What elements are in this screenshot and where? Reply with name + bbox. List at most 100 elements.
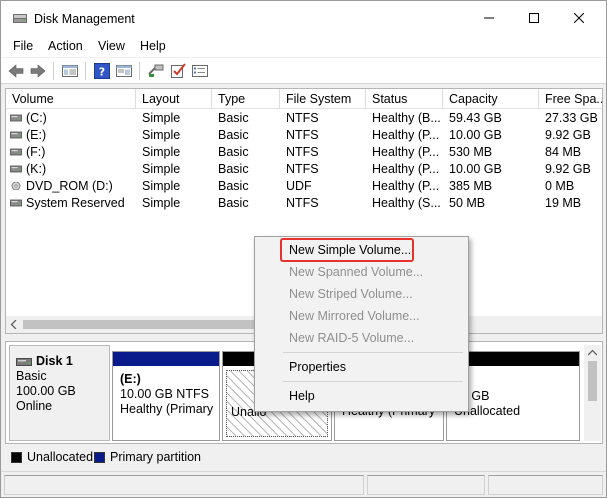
cell-capacity: 50 MB [449, 196, 486, 210]
partition-e-body: (E:) 10.00 GB NTFS Healthy (Primary P [116, 370, 216, 437]
disk-size: 100.00 GB [16, 384, 76, 398]
cell-status: Healthy (P... [372, 128, 440, 142]
cell-free: 27.33 GB [545, 111, 598, 125]
maximize-button[interactable] [511, 1, 557, 35]
cell-volume: (C:) [26, 111, 47, 125]
window-title: Disk Management [34, 12, 135, 26]
svg-text:?: ? [99, 66, 105, 79]
horizontal-scroll-thumb[interactable] [23, 320, 273, 329]
disk-icon [16, 358, 32, 366]
menu-item-new-spanned-volume[interactable]: New Spanned Volume... [257, 261, 466, 283]
column-header-free-space[interactable]: Free Spa... [539, 89, 602, 109]
table-row[interactable]: (F:) Simple Basic NTFS Healthy (P... 530 MB 84… [6, 144, 602, 161]
menu-item-properties[interactable]: Properties [257, 356, 466, 378]
close-button[interactable] [556, 1, 602, 35]
status-cell-main [4, 475, 364, 495]
menu-help[interactable]: Help [140, 39, 166, 53]
cell-free: 9.92 GB [545, 128, 591, 142]
cell-free: 9.92 GB [545, 162, 591, 176]
disk-1-label[interactable]: Disk 1 Basic 100.00 GB Online [9, 345, 110, 441]
toolbar-separator [139, 62, 140, 80]
cell-status: Healthy (P... [372, 179, 440, 193]
partition-e-detail: 10.00 GB NTFS [120, 387, 209, 401]
column-header-layout[interactable]: Layout [136, 89, 212, 109]
cell-capacity: 385 MB [449, 179, 493, 193]
help-icon[interactable]: ? [93, 62, 111, 80]
menu-item-help[interactable]: Help [257, 385, 466, 407]
cell-volume: DVD_ROM (D:) [26, 179, 113, 193]
column-header-volume[interactable]: Volume [6, 89, 136, 109]
toolbar-separator [85, 62, 86, 80]
legend-label-primary: Primary partition [110, 450, 201, 464]
cell-type: Basic [218, 145, 249, 159]
table-row[interactable]: (K:) Simple Basic NTFS Healthy (P... 10.00 GB… [6, 161, 602, 178]
menu-item-new-mirrored-volume[interactable]: New Mirrored Volume... [257, 305, 466, 327]
forward-arrow-icon[interactable] [29, 62, 47, 80]
toolbar: ? [1, 58, 606, 84]
cell-layout: Simple [142, 162, 181, 176]
partition-e[interactable]: (E:) 10.00 GB NTFS Healthy (Primary P [112, 351, 220, 441]
scroll-up-icon[interactable] [588, 349, 597, 357]
column-header-status[interactable]: Status [366, 89, 443, 109]
highlight-outline [280, 238, 414, 262]
scroll-left-icon[interactable] [10, 320, 18, 329]
status-cell-3 [488, 475, 603, 495]
back-arrow-icon[interactable] [7, 62, 25, 80]
cell-capacity: 59.43 GB [449, 111, 502, 125]
cell-fs: NTFS [286, 162, 319, 176]
cell-layout: Simple [142, 128, 181, 142]
legend-swatch-primary [94, 452, 105, 463]
status-bar [1, 471, 606, 497]
menu-separator [283, 381, 463, 382]
cell-type: Basic [218, 196, 249, 210]
table-row[interactable]: (C:) Simple Basic NTFS Healthy (B... 59.43 GB… [6, 110, 602, 127]
legend-label-unallocated: Unallocated [27, 450, 94, 464]
status-cell-2 [367, 475, 485, 495]
column-header-file-system[interactable]: File System [280, 89, 366, 109]
cell-volume: (E:) [26, 128, 47, 142]
context-menu: New Simple Volume... New Spanned Volume.… [254, 236, 469, 412]
cell-layout: Simple [142, 145, 181, 159]
cell-fs: NTFS [286, 145, 319, 159]
column-header-type[interactable]: Type [212, 89, 280, 109]
toolbar-separator [53, 62, 54, 80]
cell-status: Healthy (S... [372, 196, 441, 210]
settings-list-icon[interactable] [191, 62, 209, 80]
table-row[interactable]: DVD_ROM (D:) Simple Basic UDF Healthy (P... 3… [6, 178, 602, 195]
cell-volume: (F:) [26, 145, 46, 159]
cell-free: 0 MB [545, 179, 575, 193]
cell-layout: Simple [142, 179, 181, 193]
cell-layout: Simple [142, 111, 181, 125]
menu-item-new-striped-volume[interactable]: New Striped Volume... [257, 283, 466, 305]
console-tree-icon[interactable] [61, 62, 79, 80]
cell-capacity: 530 MB [449, 145, 493, 159]
minimize-button[interactable] [466, 1, 512, 35]
table-row[interactable]: System Reserved Simple Basic NTFS Healthy (S… [6, 195, 602, 212]
menu-item-new-raid5-volume[interactable]: New RAID-5 Volume... [257, 327, 466, 349]
menu-file[interactable]: File [13, 39, 33, 53]
disk-management-icon [13, 14, 27, 23]
column-header-capacity[interactable]: Capacity [443, 89, 539, 109]
cell-fs: NTFS [286, 128, 319, 142]
menu-action[interactable]: Action [48, 39, 83, 53]
cell-type: Basic [218, 128, 249, 142]
checklist-icon[interactable] [169, 62, 187, 80]
cell-status: Healthy (P... [372, 162, 440, 176]
menu-view[interactable]: View [98, 39, 125, 53]
table-row[interactable]: (E:) Simple Basic NTFS Healthy (P... 10.00 GB… [6, 127, 602, 144]
properties-view-icon[interactable] [115, 62, 133, 80]
cell-type: Basic [218, 162, 249, 176]
unallocated-2-size: 00 GB [454, 389, 490, 403]
cell-layout: Simple [142, 196, 181, 210]
maximize-icon [529, 13, 539, 23]
disk-state: Online [16, 399, 53, 413]
vertical-scroll-thumb[interactable] [588, 361, 597, 401]
list-header: Volume Layout Type File System Status Ca… [6, 89, 602, 109]
legend-swatch-unallocated [11, 452, 22, 463]
vertical-scrollbar[interactable] [584, 345, 601, 441]
cell-free: 84 MB [545, 145, 582, 159]
cell-status: Healthy (P... [372, 145, 440, 159]
connect-icon[interactable] [147, 62, 165, 80]
cell-free: 19 MB [545, 196, 582, 210]
menu-bar: File Action View Help [1, 35, 606, 57]
